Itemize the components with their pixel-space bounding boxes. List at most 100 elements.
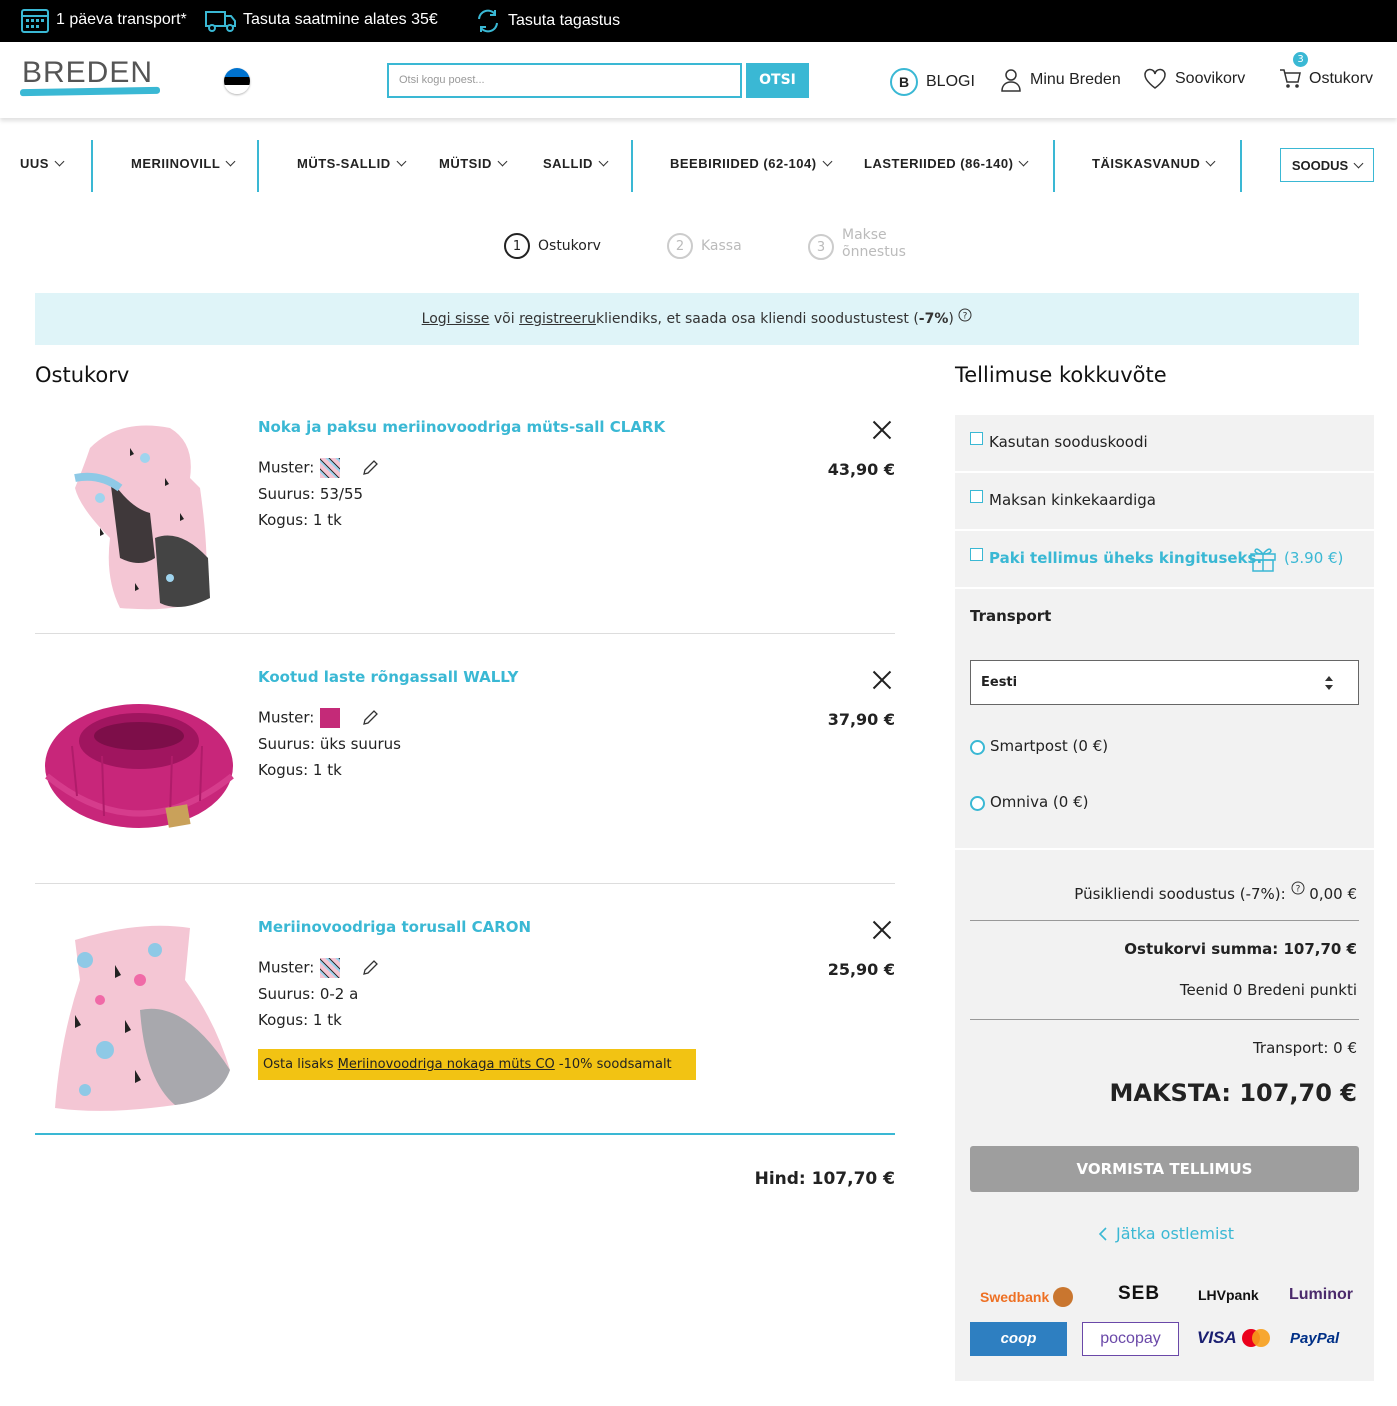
blog-link[interactable]: B BLOGI bbox=[890, 68, 975, 96]
wishlist-label: Soovikorv bbox=[1175, 70, 1246, 87]
product-size: Suurus: 53/55 bbox=[258, 485, 364, 503]
chevron-down-icon bbox=[225, 156, 236, 167]
nav-label: MÜTSID bbox=[439, 156, 492, 171]
lhv-logo[interactable]: LHVpank bbox=[1198, 1287, 1259, 1303]
heart-icon bbox=[1144, 68, 1166, 89]
payment-label: PayPal bbox=[1290, 1330, 1340, 1347]
summary-line bbox=[970, 1019, 1359, 1020]
product-qty: Kogus: 1 tk bbox=[258, 511, 342, 529]
step-label: Kassa bbox=[701, 238, 742, 254]
top-info-bar: 1 päeva transport* Tasuta saatmine alate… bbox=[0, 0, 1397, 42]
refresh-icon bbox=[478, 9, 498, 33]
giftcard-label: Maksan kinkekaardiga bbox=[989, 491, 1156, 509]
step-number: 2 bbox=[667, 233, 693, 259]
truck-icon bbox=[205, 11, 236, 32]
paypal-logo[interactable]: PayPal bbox=[1290, 1330, 1339, 1347]
cart-icon bbox=[1280, 69, 1301, 88]
nav-label: SALLID bbox=[543, 156, 593, 171]
pattern-swatch bbox=[320, 458, 341, 478]
seb-logo[interactable]: SEB bbox=[1118, 1283, 1160, 1305]
remove-item-icon[interactable] bbox=[872, 420, 892, 440]
smartpost-label: Smartpost (0 €) bbox=[990, 737, 1109, 755]
edit-pencil-icon[interactable] bbox=[361, 459, 379, 477]
wishlist-link[interactable]: Soovikorv bbox=[1143, 68, 1245, 90]
product-qty: Kogus: 1 tk bbox=[258, 1011, 342, 1029]
upsell-promo: Osta lisaks Meriinovoodriga nokaga müts … bbox=[258, 1049, 696, 1080]
nav-item-mutsid[interactable]: MÜTSID bbox=[439, 156, 508, 171]
promo-link[interactable]: Meriinovoodriga nokaga müts CO bbox=[338, 1057, 555, 1072]
step-number: 3 bbox=[808, 234, 834, 260]
remove-item-icon[interactable] bbox=[872, 670, 892, 690]
promo-prefix: Osta lisaks bbox=[263, 1057, 334, 1072]
confirm-order-button[interactable]: VORMISTA TELLIMUS bbox=[970, 1146, 1359, 1192]
product-size: Suurus: üks suurus bbox=[258, 735, 401, 753]
swedbank-logo[interactable]: Swedbank bbox=[980, 1287, 1074, 1307]
coupon-option[interactable]: Kasutan sooduskoodi bbox=[955, 415, 1374, 473]
visa-mastercard-logo[interactable]: VISA bbox=[1197, 1328, 1271, 1348]
register-link[interactable]: registreeru bbox=[519, 311, 596, 327]
site-header: BREDEN Otsi kogu poest... OTSI B BLOGI M… bbox=[0, 42, 1397, 118]
product-title-clark[interactable]: Noka ja paksu meriinovoodriga müts-sall … bbox=[258, 418, 665, 436]
product-image-wally[interactable] bbox=[42, 686, 236, 852]
product-qty: Kogus: 1 tk bbox=[258, 761, 342, 779]
search-input[interactable]: Otsi kogu poest... bbox=[387, 63, 742, 98]
chevron-left-icon bbox=[1098, 1226, 1107, 1241]
shipping-text: Tasuta saatmine alates 35€ bbox=[243, 11, 438, 28]
item-divider bbox=[35, 883, 895, 884]
product-pattern: Muster: bbox=[258, 958, 379, 978]
shipping-info: Tasuta saatmine alates 35€ bbox=[205, 8, 438, 32]
account-link[interactable]: Minu Breden bbox=[1000, 68, 1121, 92]
nav-item-uus[interactable]: UUS bbox=[20, 156, 65, 171]
help-icon[interactable]: ? bbox=[1291, 881, 1305, 895]
login-link[interactable]: Logi sisse bbox=[422, 311, 490, 327]
nav-divider bbox=[631, 140, 633, 192]
nav-label: UUS bbox=[20, 156, 49, 171]
transport-info: 1 päeva transport* bbox=[20, 6, 187, 34]
continue-shopping-link[interactable]: Jätka ostlemist bbox=[1098, 1224, 1234, 1243]
estonia-flag-icon[interactable] bbox=[224, 68, 250, 94]
help-icon[interactable]: ? bbox=[958, 308, 972, 322]
nav-item-lasteriided[interactable]: LASTERIIDED (86-140) bbox=[864, 156, 1029, 171]
nav-item-beebiriided[interactable]: BEEBIRIIDED (62-104) bbox=[670, 156, 832, 171]
nav-label: BEEBIRIIDED (62-104) bbox=[670, 156, 817, 171]
product-price: 43,90 € bbox=[827, 460, 895, 479]
product-title-caron[interactable]: Meriinovoodriga torusall CARON bbox=[258, 918, 531, 936]
coupon-checkbox[interactable] bbox=[970, 432, 983, 445]
country-select[interactable]: Eesti bbox=[970, 660, 1359, 705]
giftcard-checkbox[interactable] bbox=[970, 490, 983, 503]
omniva-radio[interactable] bbox=[970, 796, 985, 811]
nav-item-meriinovill[interactable]: MERIINOVILL bbox=[131, 156, 236, 171]
product-image-caron[interactable] bbox=[45, 920, 235, 1115]
coop-logo[interactable]: coop bbox=[970, 1322, 1067, 1356]
omniva-option[interactable]: Omniva (0 €) bbox=[955, 791, 1374, 815]
luminor-logo[interactable]: Luminor bbox=[1289, 1286, 1353, 1304]
pay-total: MAKSTA: 107,70 € bbox=[1109, 1079, 1358, 1107]
nav-item-taiskasvanud[interactable]: TÄISKASVANUD bbox=[1092, 156, 1216, 171]
nav-item-sallid[interactable]: SALLID bbox=[543, 156, 609, 171]
giftcard-option[interactable]: Maksan kinkekaardiga bbox=[955, 473, 1374, 531]
mastercard-icon bbox=[1241, 1329, 1270, 1347]
step-checkout: 2 Kassa bbox=[667, 233, 742, 259]
swedbank-emblem bbox=[1053, 1287, 1074, 1307]
product-image-clark[interactable] bbox=[60, 418, 220, 614]
pocopay-logo[interactable]: pocopay bbox=[1082, 1322, 1179, 1356]
edit-pencil-icon[interactable] bbox=[361, 959, 379, 977]
giftwrap-option[interactable]: Paki tellimus üheks kingituseks. (3.90 €… bbox=[955, 531, 1374, 589]
edit-pencil-icon[interactable] bbox=[361, 709, 379, 727]
breden-logo[interactable]: BREDEN bbox=[22, 56, 153, 90]
banner-discount: -7% bbox=[918, 311, 949, 327]
product-price: 25,90 € bbox=[827, 960, 895, 979]
cart-link[interactable]: Ostukorv bbox=[1279, 68, 1373, 90]
nav-item-soodus[interactable]: SOODUS bbox=[1280, 148, 1374, 182]
smartpost-option[interactable]: Smartpost (0 €) bbox=[955, 735, 1374, 759]
nav-item-muts-sallid[interactable]: MÜTS-SALLID bbox=[297, 156, 407, 171]
giftwrap-checkbox[interactable] bbox=[970, 548, 983, 561]
search-button[interactable]: OTSI bbox=[746, 63, 809, 98]
main-nav: UUS MERIINOVILL MÜTS-SALLID MÜTSID SALLI… bbox=[0, 140, 1397, 192]
remove-item-icon[interactable] bbox=[872, 920, 892, 940]
cart-total: Hind: 107,70 € bbox=[754, 1169, 895, 1189]
smartpost-radio[interactable] bbox=[970, 740, 985, 755]
summary-title: Tellimuse kokkuvõte bbox=[955, 363, 1167, 387]
product-title-wally[interactable]: Kootud laste rõngassall WALLY bbox=[258, 668, 518, 686]
calendar-icon bbox=[21, 9, 49, 33]
